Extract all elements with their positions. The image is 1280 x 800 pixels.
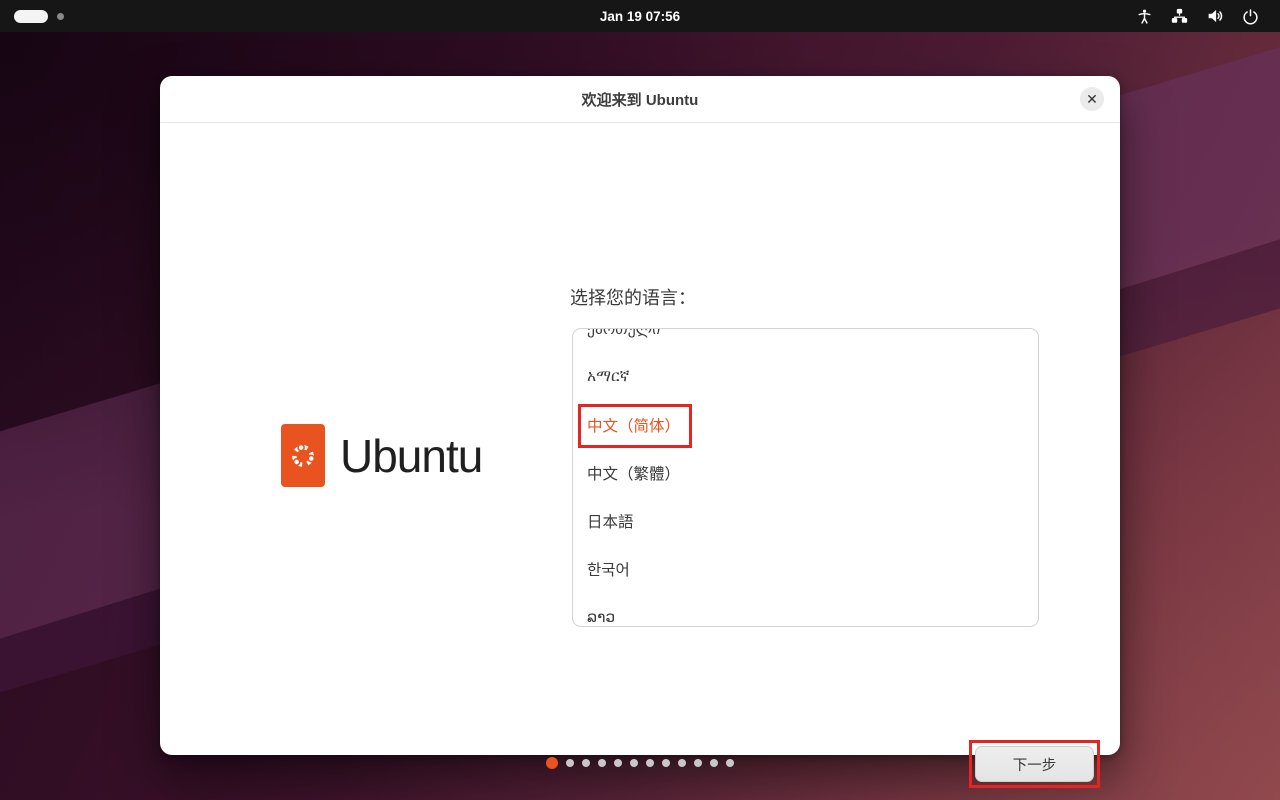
pager-dot [598, 759, 606, 767]
system-status-area[interactable] [1127, 0, 1280, 32]
pager-dot [662, 759, 670, 767]
language-item[interactable]: አማርኛ [573, 353, 1038, 401]
language-list[interactable]: ქართული አማርኛ 中文（简体） 中文（繁體） 日本語 한국어 ລາວ [572, 328, 1039, 627]
dialog-titlebar[interactable]: 欢迎来到 Ubuntu ✕ [160, 76, 1120, 123]
ubuntu-logo: Ubuntu [281, 424, 482, 487]
pager-dot [630, 759, 638, 767]
ubuntu-logo-text: Ubuntu [340, 429, 482, 483]
workspace-pill [14, 10, 48, 23]
pager-dot [694, 759, 702, 767]
pager-dot [646, 759, 654, 767]
pager-dot [726, 759, 734, 767]
wired-network-icon [1162, 0, 1197, 32]
activities-indicator[interactable] [0, 10, 234, 23]
ubuntu-logo-icon [281, 424, 325, 487]
welcome-dialog: 欢迎来到 Ubuntu ✕ 选择您的语言： Ubuntu ქ [160, 76, 1120, 755]
language-item[interactable]: 中文（繁體） [573, 449, 1038, 497]
close-icon[interactable]: ✕ [1080, 87, 1104, 111]
language-item[interactable]: 日本語 [573, 497, 1038, 545]
pager-dot-active [546, 757, 558, 769]
language-list-scroll: ქართული አማርኛ 中文（简体） 中文（繁體） 日本語 한국어 ລາວ [573, 328, 1038, 627]
workspace-dot [57, 13, 64, 20]
language-item[interactable]: ລາວ [573, 593, 1038, 627]
pager-dot [614, 759, 622, 767]
power-icon [1233, 0, 1268, 32]
accessibility-icon [1127, 0, 1162, 32]
annotation-box-selected-language [578, 404, 692, 448]
dialog-title: 欢迎来到 Ubuntu [582, 89, 699, 110]
language-prompt: 选择您的语言： [570, 284, 696, 310]
annotation-box-next-button [969, 740, 1100, 788]
pager-dot [566, 759, 574, 767]
pager-dot [710, 759, 718, 767]
language-item[interactable]: 한국어 [573, 545, 1038, 593]
dialog-body: 选择您的语言： Ubuntu ქართული አማርኛ 中文 [160, 123, 1120, 755]
language-item[interactable]: ქართული [573, 328, 1038, 353]
pager-dot [678, 759, 686, 767]
pager-dot [582, 759, 590, 767]
top-bar: Jan 19 07:56 [0, 0, 1280, 32]
volume-icon [1197, 0, 1233, 32]
